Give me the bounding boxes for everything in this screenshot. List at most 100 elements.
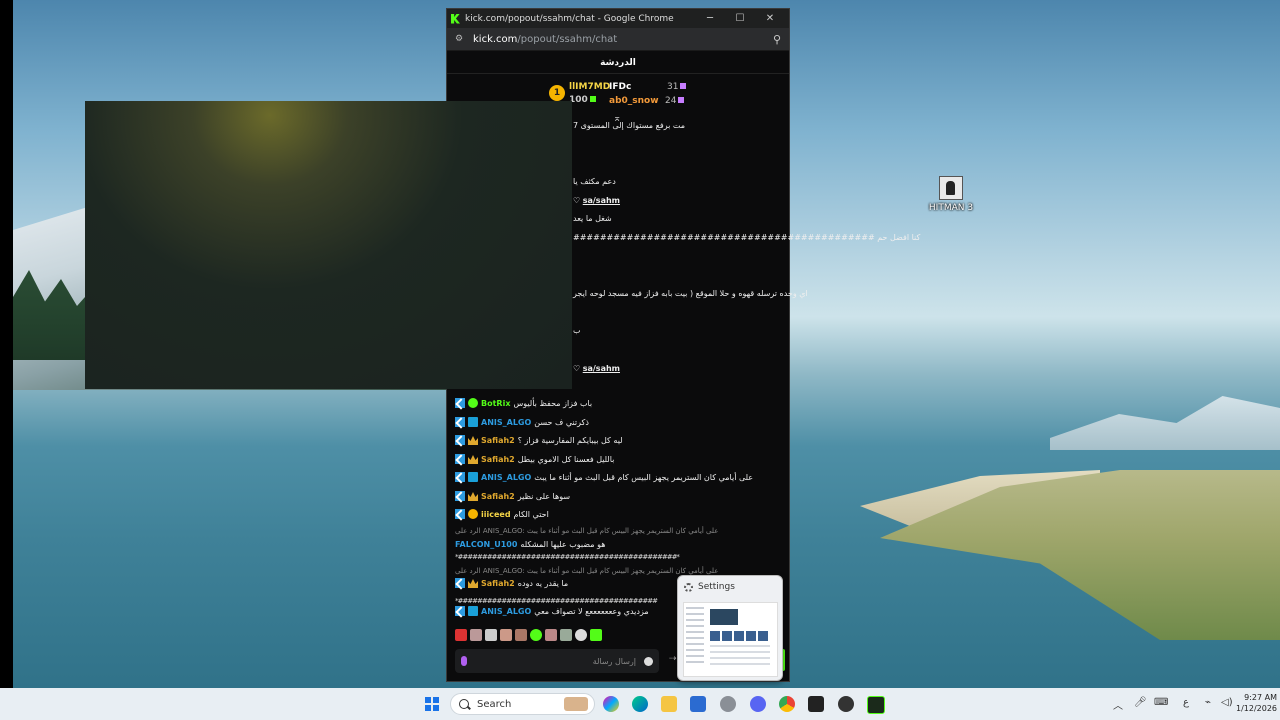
chat-message[interactable]: Safiah2 ما يقدر يه دوده <box>455 575 568 591</box>
pinned-chevron-icon[interactable]: ⌅ <box>613 113 621 124</box>
partial-message: ب <box>573 326 581 335</box>
emote-icon[interactable] <box>470 629 482 641</box>
chat-username[interactable]: iiiceed <box>481 510 511 519</box>
message-link[interactable]: sa/sahm <box>583 364 620 373</box>
title-bar: kick.com/popout/ssahm/chat - Google Chro… <box>447 9 789 28</box>
chat-username[interactable]: Safiah2 <box>481 455 515 464</box>
desktop-icon-label: HITMAN 3 <box>928 203 974 213</box>
kick-badge-icon <box>455 509 465 519</box>
emote-icon[interactable] <box>545 629 557 641</box>
site-settings-icon[interactable]: ⚙ <box>455 34 465 44</box>
hash-fragment: ########################################… <box>573 233 875 242</box>
chat-username[interactable]: Safiah2 <box>481 492 515 501</box>
gift-icon <box>680 83 687 89</box>
language-indicator[interactable]: ع <box>1183 697 1189 708</box>
leader-third-count-wrap: 24 <box>665 96 685 106</box>
emote-icon[interactable] <box>500 629 512 641</box>
reply-context[interactable]: الرد على ANIS_ALGO: على أيامي كان الستري… <box>455 527 718 535</box>
leader-second-count: 31 <box>667 82 679 92</box>
kick-badge-icon <box>455 491 465 501</box>
chat-text: ما يقدر يه دوده <box>517 578 569 588</box>
thumb-sidebar <box>686 607 704 667</box>
close-button[interactable]: ✕ <box>755 13 785 24</box>
leader-second-count-wrap: 31 <box>667 82 687 92</box>
reply-context[interactable]: الرد على ANIS_ALGO: على أيامي كان الستري… <box>455 567 718 575</box>
desktop-icon-hitman[interactable]: HITMAN 3 <box>928 176 974 213</box>
chat-username[interactable]: ANIS_ALGO <box>481 607 531 616</box>
leader-second-name[interactable]: IFDc <box>609 82 631 92</box>
address-bar[interactable]: ⚙ kick.com/popout/ssahm/chat ⚲ <box>447 28 789 51</box>
clock[interactable]: 9:27 AM 1/12/2026 <box>1236 692 1277 714</box>
thumb-themes <box>710 631 770 641</box>
chat-message[interactable]: Safiah2 سوها على نظير <box>455 488 570 504</box>
network-icon[interactable]: ⌁ <box>1205 697 1211 708</box>
floating-video-overlay[interactable] <box>85 101 572 389</box>
url-text[interactable]: kick.com/popout/ssahm/chat <box>473 34 773 45</box>
partial-message: ########################################… <box>573 233 920 242</box>
subscriber-badge-icon <box>468 472 478 482</box>
settings-thumbnail[interactable] <box>683 602 778 677</box>
gift-leaderboard[interactable]: 1 llIM7MD 100 IFDc ab0_snow 31 24 <box>547 81 787 115</box>
chat-message[interactable]: ANIS_ALGO ذكرتني ف حسن <box>455 414 589 430</box>
medal-badge-icon <box>468 509 478 519</box>
edge-icon[interactable] <box>632 696 648 712</box>
heart-icon: ♡ <box>573 364 581 373</box>
chat-username[interactable]: Safiah2 <box>481 579 515 588</box>
chat-message[interactable]: ANIS_ALGO على أيامي كان الستريمر يجهز الب… <box>455 469 753 485</box>
chat-username[interactable]: ANIS_ALGO <box>481 473 531 482</box>
emote-icon[interactable] <box>455 629 467 641</box>
kick-badge-icon <box>455 435 465 445</box>
chat-username[interactable]: Safiah2 <box>481 436 515 445</box>
kick-taskbar-icon[interactable] <box>867 696 885 714</box>
store-icon[interactable] <box>690 696 706 712</box>
chat-username[interactable]: ANIS_ALGO <box>481 418 531 427</box>
emote-icon[interactable] <box>515 629 527 641</box>
crown-badge-icon <box>468 492 478 501</box>
leader-first-count-wrap: 100 <box>569 95 596 105</box>
zoom-icon[interactable]: ⚲ <box>773 33 781 46</box>
windows-start-icon[interactable] <box>425 697 439 711</box>
emote-icon[interactable] <box>575 629 587 641</box>
message-link[interactable]: sa/sahm <box>583 196 620 205</box>
subscriber-badge-icon <box>468 417 478 427</box>
copilot-icon[interactable] <box>603 696 619 712</box>
tray-chevron-icon[interactable]: ︿ <box>1113 697 1123 712</box>
taskbar-search[interactable]: Search <box>450 693 595 715</box>
app-icon[interactable] <box>838 696 854 712</box>
chat-message[interactable]: BotRix باب فزاز محفظ بأليوس <box>455 395 592 411</box>
chat-username[interactable]: BotRix <box>481 399 510 408</box>
maximize-button[interactable]: ☐ <box>725 13 755 24</box>
emote-icon[interactable] <box>485 629 497 641</box>
leader-third-name[interactable]: ab0_snow <box>609 96 659 106</box>
leader-first-name[interactable]: llIM7MD <box>569 82 610 92</box>
thumb-wallpaper <box>710 609 738 625</box>
chat-message[interactable]: iiiceed احتي الكام <box>455 506 549 522</box>
emoji-icon[interactable] <box>644 656 653 666</box>
chat-username[interactable]: FALCON_U100 <box>455 540 517 549</box>
settings-preview-popup[interactable]: Settings <box>677 575 783 681</box>
settings-app-icon[interactable] <box>720 696 736 712</box>
chat-message[interactable]: Safiah2 ليه كل بيبايكم المفارسية فزاز ؟ <box>455 432 623 448</box>
send-icon[interactable]: ⇢ <box>669 654 677 664</box>
kick-logo-icon <box>451 13 460 24</box>
chrome-icon[interactable] <box>779 696 795 712</box>
left-black-strip <box>0 0 13 688</box>
hash-message: *#######################################… <box>455 553 680 561</box>
microphone-icon[interactable]: 🎤︎ <box>1134 697 1147 708</box>
chat-message[interactable]: FALCON_U100 هو مضبوب عليها المشكله <box>455 536 605 552</box>
file-explorer-icon[interactable] <box>661 696 677 712</box>
wallpaper-mountain-right <box>1050 396 1280 450</box>
minimize-button[interactable]: ─ <box>695 13 725 24</box>
epic-games-icon[interactable] <box>808 696 824 712</box>
chat-input[interactable]: إرسال رسالة <box>455 649 659 673</box>
chat-message[interactable]: ANIS_ALGO مزديدي وعععععععع لا تصواف معي <box>455 603 649 619</box>
url-host: kick.com <box>473 33 518 45</box>
emote-icon[interactable] <box>560 629 572 641</box>
volume-icon[interactable]: ◁) <box>1221 697 1233 708</box>
keyboard-icon[interactable]: ⌨ <box>1154 697 1168 708</box>
emote-icon[interactable] <box>590 629 602 641</box>
discord-icon[interactable] <box>750 696 766 712</box>
leader-third-count: 24 <box>665 96 677 106</box>
emote-icon[interactable] <box>530 629 542 641</box>
chat-message[interactable]: Safiah2 بالليل فعسنا كل الاموي بيطل <box>455 451 614 467</box>
